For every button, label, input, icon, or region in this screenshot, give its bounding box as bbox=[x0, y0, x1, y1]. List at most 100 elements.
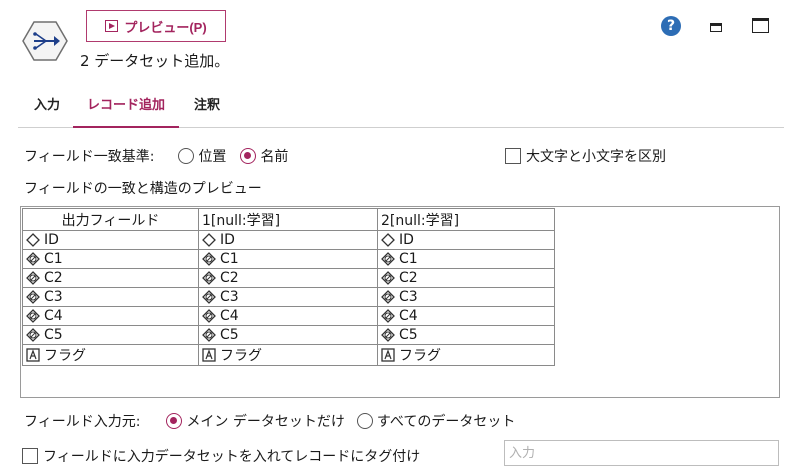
field-name: フラグ bbox=[220, 348, 262, 364]
radio-all-datasets-label: すべてのデータセット bbox=[376, 414, 516, 430]
match-criteria-row: フィールド一致基準: 位置 名前 bbox=[24, 146, 288, 166]
radio-all-datasets[interactable] bbox=[356, 413, 373, 429]
case-sensitive-row: 大文字と小文字を区別 bbox=[505, 146, 666, 166]
table-cell[interactable]: ID bbox=[198, 230, 378, 250]
radio-position[interactable] bbox=[178, 148, 195, 164]
table-cell[interactable]: C1 bbox=[198, 249, 378, 269]
table-cell[interactable]: ID bbox=[22, 230, 199, 250]
table-cell[interactable]: C5 bbox=[377, 325, 555, 345]
table-row[interactable]: ID ID ID bbox=[22, 230, 555, 250]
tag-records-checkbox[interactable] bbox=[22, 448, 38, 464]
field-name: C2 bbox=[44, 270, 63, 286]
field-name: C4 bbox=[44, 308, 63, 324]
continuous-icon bbox=[202, 290, 216, 304]
tab-bar: 入力 レコード追加 注釈 bbox=[18, 92, 784, 128]
table-cell[interactable]: C3 bbox=[377, 287, 555, 307]
cell-content: C1 bbox=[381, 251, 551, 267]
field-name: C5 bbox=[399, 327, 418, 343]
case-sensitive-label: 大文字と小文字を区別 bbox=[526, 149, 666, 165]
table-row[interactable]: フラグ フラグ フラグ bbox=[22, 344, 555, 366]
table-cell[interactable]: C2 bbox=[377, 268, 555, 288]
field-name: フラグ bbox=[399, 348, 441, 364]
cell-content: C4 bbox=[26, 308, 195, 324]
append-node-icon bbox=[22, 21, 68, 61]
diamond-icon bbox=[202, 233, 216, 247]
table-row[interactable]: C3 C3 C3 bbox=[22, 287, 555, 307]
field-preview-panel: 出力フィールド 1[null:学習] 2[null:学習] ID ID ID C1 C1… bbox=[20, 206, 780, 398]
continuous-icon bbox=[381, 271, 395, 285]
table-cell[interactable]: C5 bbox=[198, 325, 378, 345]
match-criteria-label: フィールド一致基準: bbox=[24, 149, 155, 165]
table-cell[interactable]: ID bbox=[377, 230, 555, 250]
field-name: C1 bbox=[220, 251, 239, 267]
cell-content: C5 bbox=[202, 327, 374, 343]
diamond-icon bbox=[26, 233, 40, 247]
column-header-dataset-1[interactable]: 1[null:学習] bbox=[198, 208, 378, 231]
table-cell[interactable]: C1 bbox=[377, 249, 555, 269]
field-name: C3 bbox=[44, 289, 63, 305]
radio-name-label: 名前 bbox=[260, 149, 289, 165]
table-row[interactable]: C5 C5 C5 bbox=[22, 325, 555, 345]
cell-content: C4 bbox=[202, 308, 374, 324]
cell-content: C2 bbox=[381, 270, 551, 286]
table-cell[interactable]: フラグ bbox=[198, 344, 378, 366]
table-cell[interactable]: C1 bbox=[22, 249, 199, 269]
field-name: ID bbox=[399, 232, 414, 248]
radio-main-dataset[interactable] bbox=[166, 413, 183, 429]
cell-content: ID bbox=[381, 232, 551, 248]
tab-annotations[interactable]: 注釈 bbox=[180, 92, 234, 128]
table-cell[interactable]: C4 bbox=[22, 306, 199, 326]
table-row[interactable]: C4 C4 C4 bbox=[22, 306, 555, 326]
tag-records-label: フィールドに入力データセットを入れてレコードにタグ付け bbox=[43, 449, 421, 465]
table-cell[interactable]: C5 bbox=[22, 325, 199, 345]
tab-input[interactable]: 入力 bbox=[20, 92, 74, 128]
field-preview-table: 出力フィールド 1[null:学習] 2[null:学習] ID ID ID C1 C1… bbox=[22, 208, 555, 366]
maximize-icon[interactable] bbox=[752, 18, 769, 33]
table-cell[interactable]: C4 bbox=[377, 306, 555, 326]
cell-content: フラグ bbox=[26, 345, 195, 365]
column-header-dataset-2[interactable]: 2[null:学習] bbox=[377, 208, 555, 231]
table-row[interactable]: C2 C2 C2 bbox=[22, 268, 555, 288]
continuous-icon bbox=[202, 309, 216, 323]
tab-append-records[interactable]: レコード追加 bbox=[73, 92, 180, 128]
field-name: C3 bbox=[220, 289, 239, 305]
string-a-icon bbox=[381, 348, 395, 362]
continuous-icon bbox=[381, 252, 395, 266]
minimize-icon[interactable] bbox=[710, 23, 722, 32]
continuous-icon bbox=[202, 252, 216, 266]
table-cell[interactable]: フラグ bbox=[22, 344, 199, 366]
table-cell[interactable]: C3 bbox=[22, 287, 199, 307]
table-cell[interactable]: C2 bbox=[198, 268, 378, 288]
tag-records-row: フィールドに入力データセットを入れてレコードにタグ付け bbox=[22, 446, 420, 466]
tag-field-input[interactable] bbox=[504, 440, 779, 466]
table-cell[interactable]: C3 bbox=[198, 287, 378, 307]
table-header-row: 出力フィールド 1[null:学習] 2[null:学習] bbox=[22, 208, 555, 231]
column-header-output-field[interactable]: 出力フィールド bbox=[22, 208, 199, 231]
continuous-icon bbox=[381, 328, 395, 342]
table-cell[interactable]: C2 bbox=[22, 268, 199, 288]
help-icon[interactable]: ? bbox=[661, 16, 681, 36]
cell-content: C5 bbox=[26, 327, 195, 343]
table-row[interactable]: C1 C1 C1 bbox=[22, 249, 555, 269]
table-cell[interactable]: フラグ bbox=[377, 344, 555, 366]
continuous-icon bbox=[381, 290, 395, 304]
diamond-icon bbox=[381, 233, 395, 247]
field-name: C3 bbox=[399, 289, 418, 305]
cell-content: フラグ bbox=[202, 345, 374, 365]
preview-button-label: プレビュー(P) bbox=[124, 19, 207, 35]
preview-button[interactable]: プレビュー(P) bbox=[86, 10, 226, 42]
continuous-icon bbox=[26, 309, 40, 323]
case-sensitive-checkbox[interactable] bbox=[505, 148, 521, 164]
field-name: フラグ bbox=[44, 348, 86, 364]
continuous-icon bbox=[26, 328, 40, 342]
continuous-icon bbox=[381, 309, 395, 323]
cell-content: C4 bbox=[381, 308, 551, 324]
field-name: C4 bbox=[220, 308, 239, 324]
dialog-title: 2 データセット追加。 bbox=[80, 52, 230, 70]
radio-name[interactable] bbox=[240, 148, 257, 164]
cell-content: C5 bbox=[381, 327, 551, 343]
field-source-label: フィールド入力元: bbox=[24, 414, 141, 430]
string-a-icon bbox=[202, 348, 216, 362]
continuous-icon bbox=[202, 328, 216, 342]
table-cell[interactable]: C4 bbox=[198, 306, 378, 326]
